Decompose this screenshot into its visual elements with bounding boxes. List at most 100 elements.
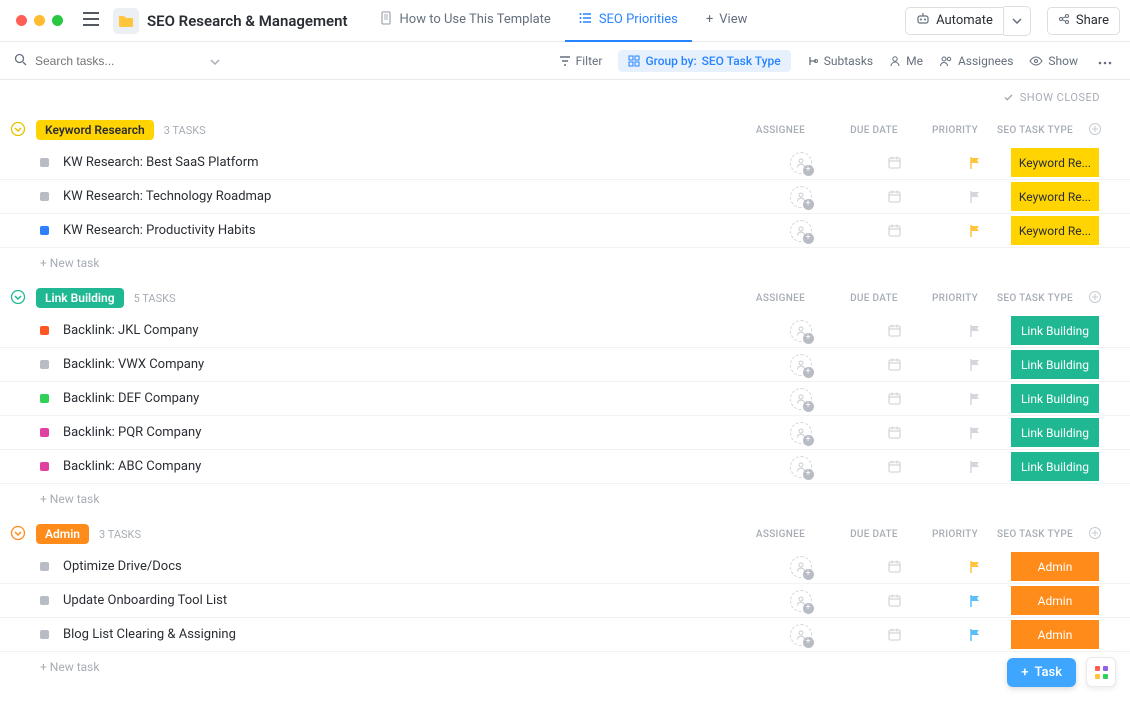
task-type-cell[interactable]: Link Building [1010,450,1100,484]
col-head-priority[interactable]: PRIORITY [920,529,990,540]
task-row[interactable]: Optimize Drive/Docs Admin [0,550,1130,584]
col-head-assignee[interactable]: ASSIGNEE [733,125,828,136]
subtasks-button[interactable]: Subtasks [807,54,873,68]
task-row[interactable]: Backlink: JKL Company Link Building [0,314,1130,348]
assignee-cell[interactable] [753,416,848,450]
minimize-window-icon[interactable] [34,15,45,26]
group-pill[interactable]: Link Building [36,288,124,308]
close-window-icon[interactable] [16,15,27,26]
col-head-assignee[interactable]: ASSIGNEE [733,529,828,540]
add-column-button[interactable] [1080,526,1110,543]
automate-button[interactable]: Automate [905,7,1004,35]
maximize-window-icon[interactable] [52,15,63,26]
group-pill[interactable]: Admin [36,524,89,544]
status-square[interactable] [40,226,49,235]
priority-cell[interactable] [940,450,1010,484]
status-square[interactable] [40,562,49,571]
task-type-cell[interactable]: Keyword Re... [1010,214,1100,248]
priority-cell[interactable] [940,382,1010,416]
due-date-cell[interactable] [848,214,940,248]
due-date-cell[interactable] [848,618,940,652]
due-date-cell[interactable] [848,584,940,618]
task-row[interactable]: Backlink: VWX Company Link Building [0,348,1130,382]
me-button[interactable]: Me [889,54,923,68]
task-row[interactable]: KW Research: Technology Roadmap Keyword … [0,180,1130,214]
status-square[interactable] [40,158,49,167]
collapse-toggle[interactable] [10,289,26,308]
col-head-due[interactable]: DUE DATE [828,125,920,136]
priority-cell[interactable] [940,180,1010,214]
col-head-priority[interactable]: PRIORITY [920,125,990,136]
task-row[interactable]: Blog List Clearing & Assigning Admin [0,618,1130,652]
group-pill[interactable]: Keyword Research [36,120,154,140]
assignee-cell[interactable] [753,450,848,484]
due-date-cell[interactable] [848,146,940,180]
assignee-cell[interactable] [753,180,848,214]
due-date-cell[interactable] [848,180,940,214]
due-date-cell[interactable] [848,314,940,348]
more-options-button[interactable] [1094,50,1116,72]
status-square[interactable] [40,428,49,437]
apps-button[interactable] [1086,657,1116,687]
groupby-button[interactable]: Group by: SEO Task Type [618,50,790,72]
col-head-priority[interactable]: PRIORITY [920,293,990,304]
col-head-due[interactable]: DUE DATE [828,293,920,304]
add-column-button[interactable] [1080,290,1110,307]
assignee-cell[interactable] [753,348,848,382]
task-type-cell[interactable]: Link Building [1010,314,1100,348]
assignee-cell[interactable] [753,314,848,348]
status-square[interactable] [40,360,49,369]
tab-how-to-use[interactable]: How to Use This Template [366,0,565,42]
col-head-due[interactable]: DUE DATE [828,529,920,540]
new-task-button[interactable]: + New task [0,248,1130,278]
task-type-cell[interactable]: Admin [1010,584,1100,618]
assignee-cell[interactable] [753,146,848,180]
priority-cell[interactable] [940,348,1010,382]
new-task-button[interactable]: + New task [0,484,1130,514]
status-square[interactable] [40,326,49,335]
search-dropdown[interactable] [210,54,220,68]
priority-cell[interactable] [940,550,1010,584]
status-square[interactable] [40,192,49,201]
search-input[interactable] [35,54,155,68]
add-column-button[interactable] [1080,122,1110,139]
task-row[interactable]: Backlink: DEF Company Link Building [0,382,1130,416]
priority-cell[interactable] [940,314,1010,348]
due-date-cell[interactable] [848,550,940,584]
task-type-cell[interactable]: Keyword Re... [1010,180,1100,214]
task-type-cell[interactable]: Keyword Re... [1010,146,1100,180]
task-type-cell[interactable]: Admin [1010,550,1100,584]
collapse-toggle[interactable] [10,121,26,140]
menu-icon[interactable] [77,8,105,34]
col-head-assignee[interactable]: ASSIGNEE [733,293,828,304]
folder-icon[interactable] [113,8,139,34]
add-view-button[interactable]: + View [692,0,762,42]
priority-cell[interactable] [940,584,1010,618]
priority-cell[interactable] [940,214,1010,248]
new-task-button[interactable]: + New task [0,652,1130,682]
assignees-button[interactable]: Assignees [939,54,1013,68]
show-button[interactable]: Show [1029,54,1078,68]
task-row[interactable]: KW Research: Productivity Habits Keyword… [0,214,1130,248]
priority-cell[interactable] [940,618,1010,652]
automate-dropdown[interactable] [1004,6,1031,36]
task-row[interactable]: Update Onboarding Tool List Admin [0,584,1130,618]
due-date-cell[interactable] [848,348,940,382]
task-type-cell[interactable]: Link Building [1010,416,1100,450]
tab-seo-priorities[interactable]: SEO Priorities [565,0,692,42]
col-head-type[interactable]: SEO TASK TYPE [990,125,1080,136]
status-square[interactable] [40,630,49,639]
col-head-type[interactable]: SEO TASK TYPE [990,293,1080,304]
assignee-cell[interactable] [753,584,848,618]
task-row[interactable]: Backlink: ABC Company Link Building [0,450,1130,484]
due-date-cell[interactable] [848,382,940,416]
task-type-cell[interactable]: Link Building [1010,348,1100,382]
assignee-cell[interactable] [753,382,848,416]
priority-cell[interactable] [940,416,1010,450]
assignee-cell[interactable] [753,550,848,584]
due-date-cell[interactable] [848,416,940,450]
status-square[interactable] [40,462,49,471]
share-button[interactable]: Share [1047,7,1120,35]
filter-button[interactable]: Filter [559,54,603,68]
task-row[interactable]: KW Research: Best SaaS Platform Keyword … [0,146,1130,180]
